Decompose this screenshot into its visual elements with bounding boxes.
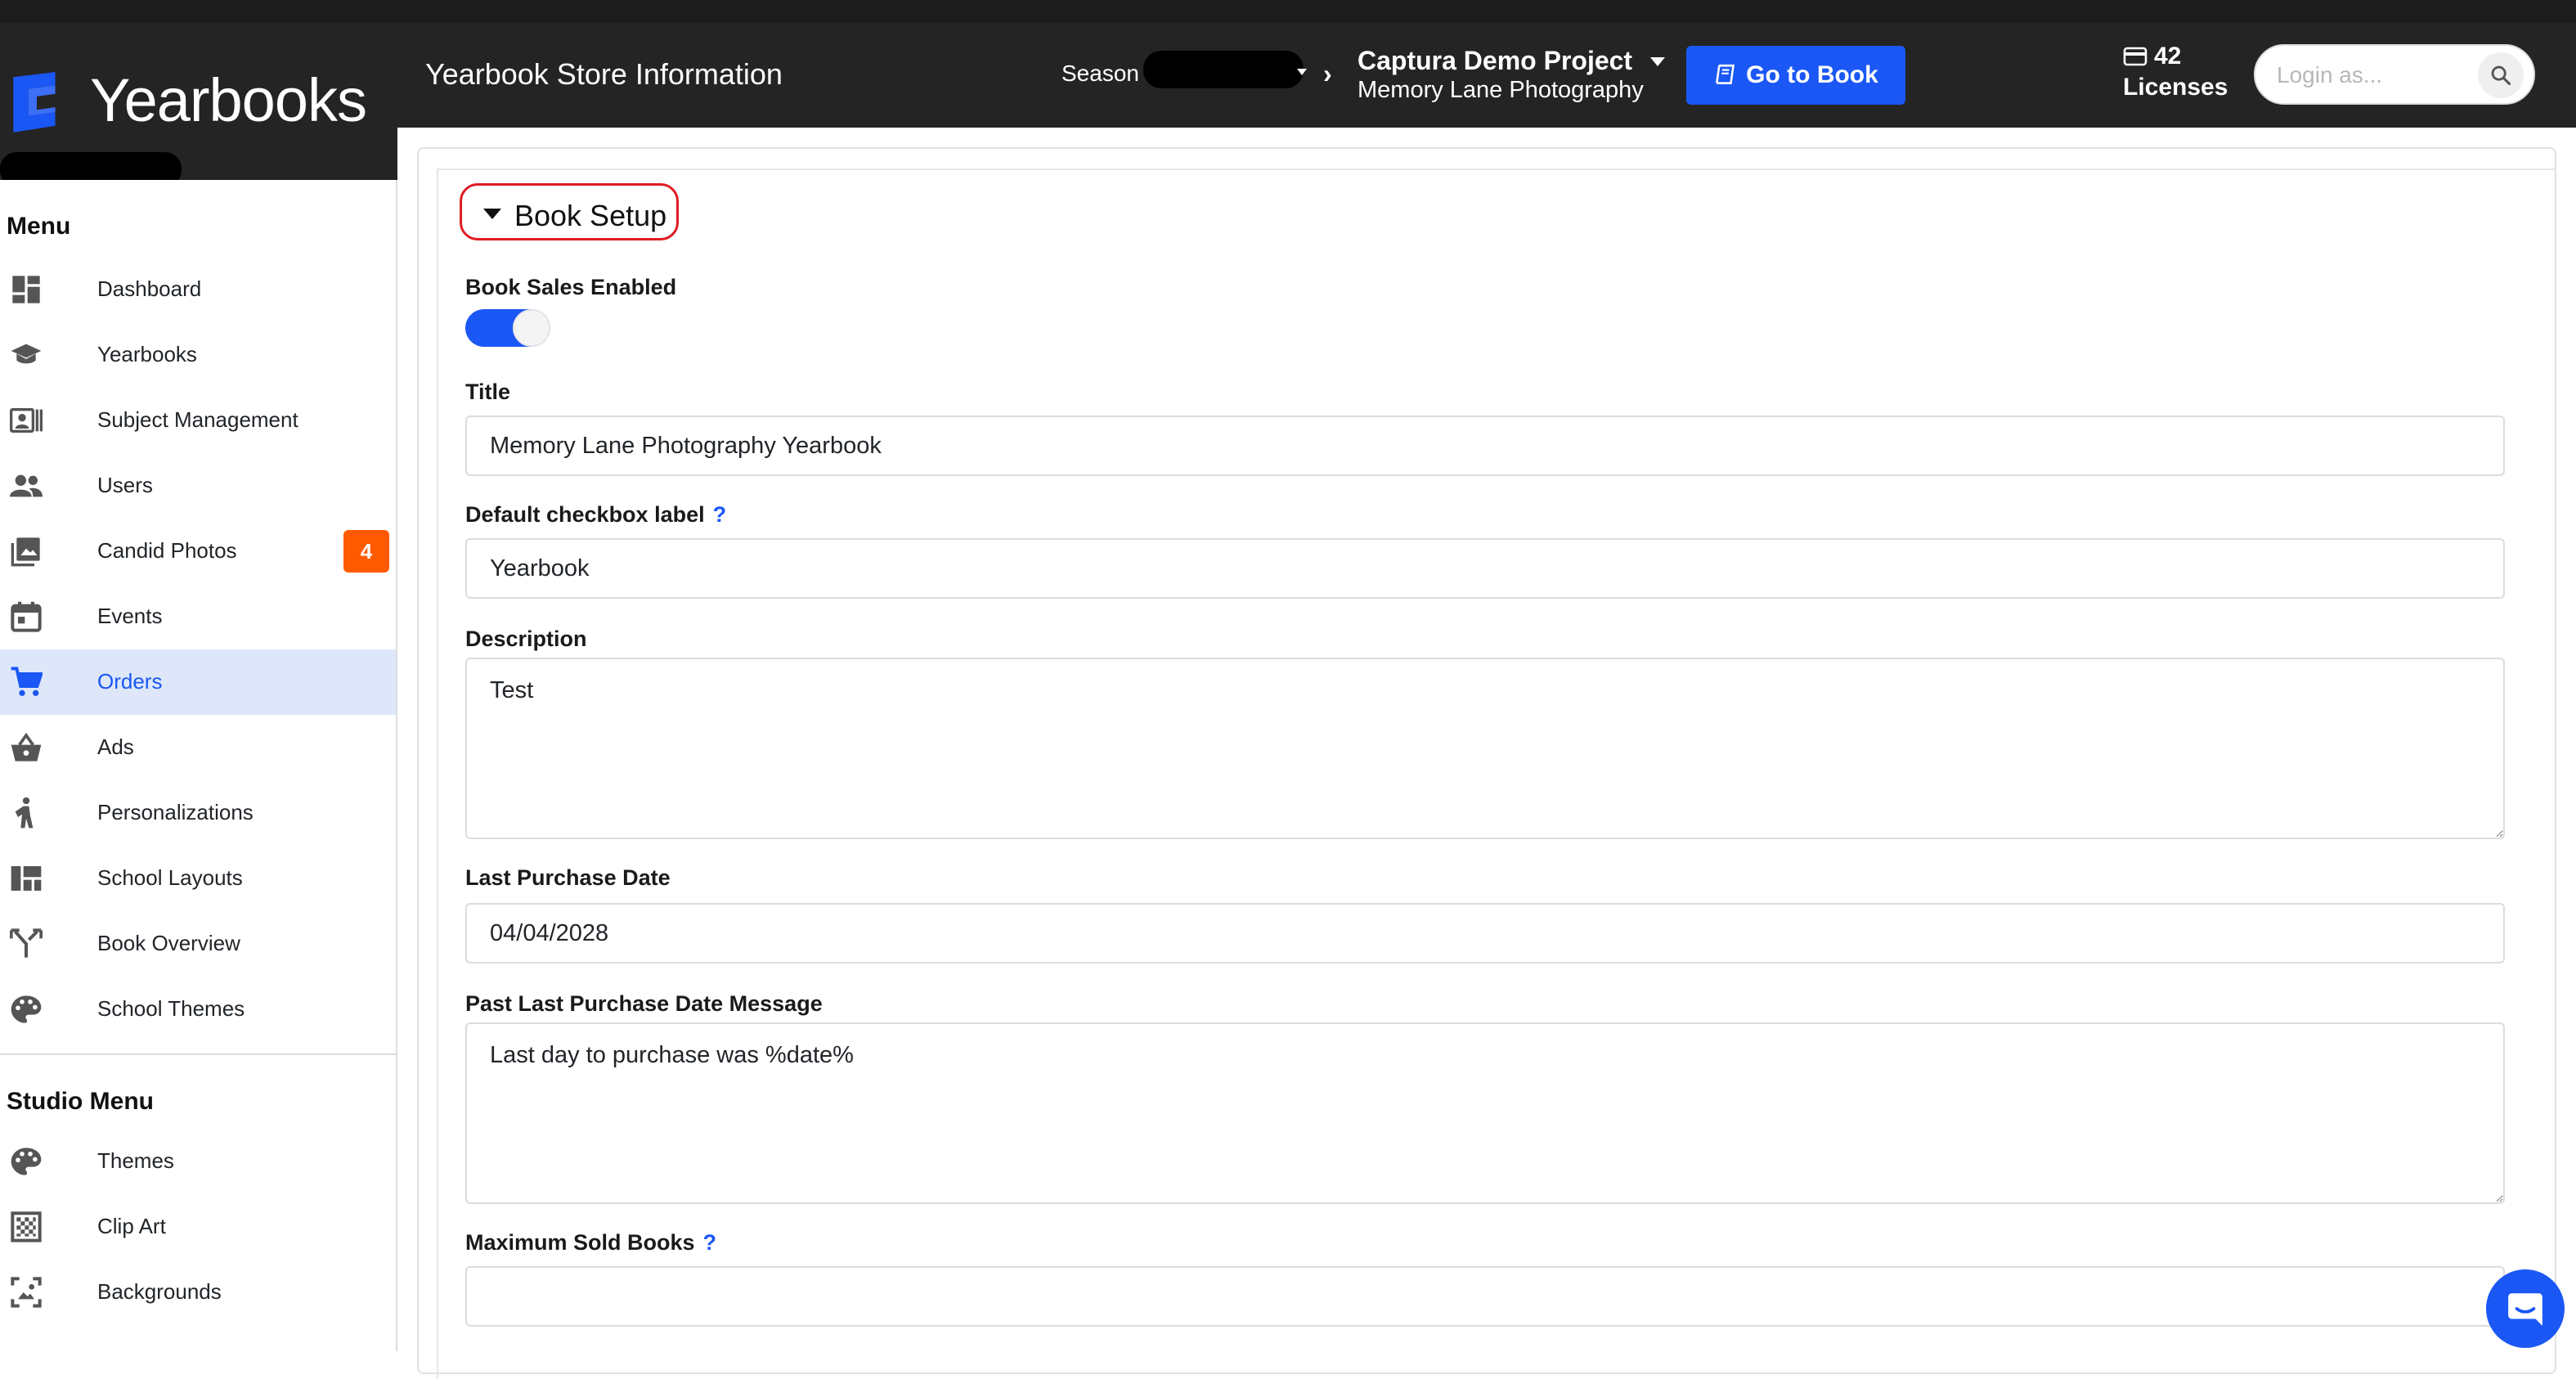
- layout-icon: [10, 862, 43, 895]
- contact-card-icon: [10, 404, 43, 437]
- go-to-book-label: Go to Book: [1746, 61, 1878, 88]
- brand-logo-area[interactable]: Yearbooks: [0, 23, 397, 186]
- licenses-count: 42: [2154, 43, 2182, 70]
- sidebar-divider: [0, 1053, 396, 1055]
- book-sales-enabled-label: Book Sales Enabled: [465, 275, 677, 299]
- brand-name: Yearbooks: [90, 66, 367, 134]
- caret-down-icon[interactable]: [1297, 69, 1307, 75]
- page-title: Yearbook Store Information: [425, 57, 783, 91]
- project-name[interactable]: Captura Demo Project: [1358, 46, 1632, 76]
- graduation-cap-icon: [10, 339, 43, 371]
- studio-menu-heading: Studio Menu: [7, 1088, 154, 1115]
- chat-icon: [2508, 1293, 2542, 1326]
- description-label: Description: [465, 627, 587, 651]
- credit-card-icon: [2123, 47, 2147, 66]
- maximum-sold-books-text: Maximum Sold Books: [465, 1230, 695, 1255]
- caret-down-icon: [483, 209, 501, 219]
- season-selector[interactable]: [1143, 51, 1304, 88]
- sidebar-item-label: Dashboard: [97, 276, 202, 301]
- login-as-field[interactable]: [2254, 44, 2535, 105]
- description-textarea[interactable]: Test: [465, 658, 2505, 839]
- maximum-sold-books-label: Maximum Sold Books?: [465, 1230, 716, 1255]
- sidebar-item-book-overview[interactable]: Book Overview: [0, 911, 396, 977]
- candid-photos-badge: 4: [343, 530, 389, 573]
- toggle-knob: [513, 309, 550, 347]
- sidebar-item-personalizations[interactable]: Personalizations: [0, 780, 396, 846]
- window-top-strip: [0, 0, 2576, 23]
- login-as-input[interactable]: [2277, 57, 2473, 93]
- sidebar-item-label: Orders: [97, 669, 163, 694]
- last-purchase-date-input[interactable]: [465, 903, 2505, 964]
- sidebar-item-label: Book Overview: [97, 931, 240, 955]
- help-icon[interactable]: ?: [703, 1230, 717, 1255]
- dashboard-icon: [10, 273, 43, 306]
- default-checkbox-label-input[interactable]: [465, 538, 2505, 599]
- go-to-book-button[interactable]: Go to Book: [1686, 46, 1905, 105]
- sidebar-item-users[interactable]: Users: [0, 453, 396, 519]
- sidebar-item-label: Subject Management: [97, 407, 298, 432]
- sidebar: Menu Dashboard Yearbooks Subject Managem…: [0, 180, 397, 1351]
- photos-icon: [10, 535, 43, 568]
- help-icon[interactable]: ?: [713, 502, 727, 527]
- title-input[interactable]: [465, 415, 2505, 476]
- basket-icon: [10, 731, 43, 764]
- yearbooks-logo-icon: [3, 69, 70, 136]
- sidebar-item-orders[interactable]: Orders: [0, 649, 396, 715]
- last-purchase-date-label: Last Purchase Date: [465, 865, 671, 890]
- sidebar-item-label: Candid Photos: [97, 538, 237, 563]
- past-last-purchase-message-textarea[interactable]: Last day to purchase was %date%: [465, 1022, 2505, 1204]
- licenses-label: Licenses: [2123, 74, 2228, 101]
- book-sales-enabled-toggle[interactable]: [465, 309, 550, 347]
- sidebar-item-label: Backgrounds: [97, 1279, 222, 1304]
- sidebar-item-backgrounds[interactable]: Backgrounds: [0, 1260, 396, 1325]
- backgrounds-icon: [10, 1276, 43, 1309]
- menu-heading: Menu: [7, 213, 71, 240]
- search-icon: [2491, 65, 2511, 86]
- sidebar-item-label: Clip Art: [97, 1214, 166, 1238]
- person-icon: [10, 797, 43, 829]
- clip-art-icon: [10, 1211, 43, 1243]
- cart-icon: [10, 666, 44, 698]
- sidebar-item-candid-photos[interactable]: Candid Photos 4: [0, 519, 396, 584]
- past-last-purchase-message-label: Past Last Purchase Date Message: [465, 991, 823, 1016]
- sidebar-item-subject-management[interactable]: Subject Management: [0, 388, 396, 453]
- sidebar-item-school-layouts[interactable]: School Layouts: [0, 846, 396, 911]
- section-title: Book Setup: [514, 199, 667, 232]
- sidebar-item-label: Themes: [97, 1148, 174, 1173]
- book-icon: [1716, 64, 1735, 84]
- chat-widget-button[interactable]: [2486, 1269, 2565, 1348]
- sidebar-item-clip-art[interactable]: Clip Art: [0, 1194, 396, 1260]
- sidebar-item-label: Personalizations: [97, 800, 254, 824]
- sidebar-item-themes[interactable]: Themes: [0, 1129, 396, 1194]
- palette-icon: [10, 1145, 43, 1178]
- chevron-right-icon: ›: [1323, 59, 1332, 88]
- merge-icon: [9, 928, 43, 960]
- maximum-sold-books-input[interactable]: [465, 1266, 2505, 1327]
- sidebar-item-label: Yearbooks: [97, 342, 197, 366]
- sidebar-item-events[interactable]: Events: [0, 584, 396, 649]
- season-label: Season: [1061, 61, 1139, 86]
- sidebar-item-yearbooks[interactable]: Yearbooks: [0, 322, 396, 388]
- sidebar-item-school-themes[interactable]: School Themes: [0, 977, 396, 1042]
- sidebar-item-dashboard[interactable]: Dashboard: [0, 257, 396, 322]
- sidebar-item-ads[interactable]: Ads: [0, 715, 396, 780]
- sidebar-item-label: School Themes: [97, 996, 245, 1021]
- palette-icon: [10, 993, 43, 1026]
- project-dropdown-icon[interactable]: [1650, 57, 1665, 66]
- search-button[interactable]: [2478, 52, 2524, 98]
- default-checkbox-label-text: Default checkbox label: [465, 502, 705, 527]
- book-setup-toggle[interactable]: Book Setup: [460, 183, 679, 240]
- studio-name: Memory Lane Photography: [1358, 77, 1644, 103]
- licenses-counter[interactable]: 42 Licenses: [2123, 43, 2228, 101]
- default-checkbox-label-label: Default checkbox label?: [465, 502, 726, 528]
- title-label: Title: [465, 380, 511, 404]
- sidebar-item-label: Users: [97, 473, 153, 497]
- users-icon: [10, 469, 43, 502]
- sidebar-item-label: School Layouts: [97, 865, 243, 890]
- sidebar-item-label: Events: [97, 604, 163, 628]
- calendar-icon: [10, 600, 43, 633]
- sidebar-item-label: Ads: [97, 734, 134, 759]
